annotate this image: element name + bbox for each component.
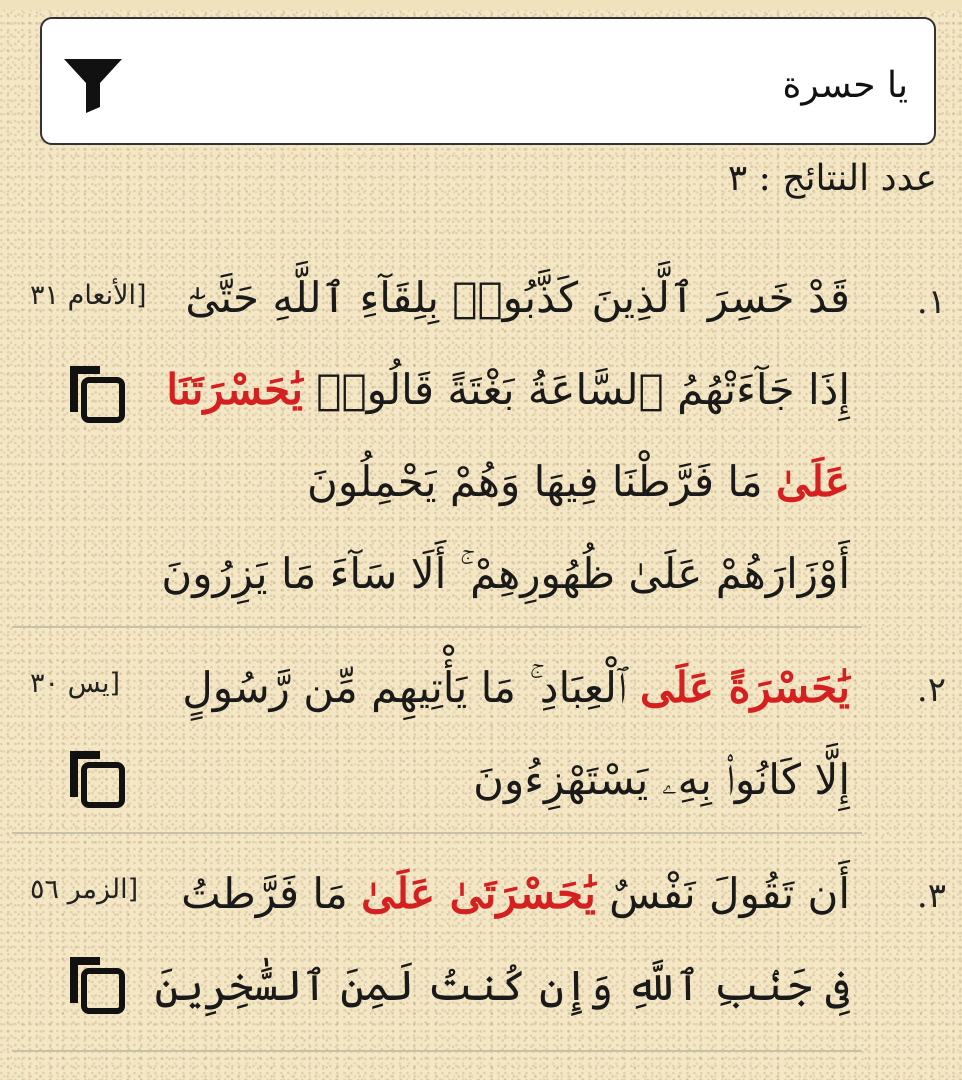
verse-segment: إِذَا جَآءَتْهُمُ ٱلسَّاعَةُ بَغْتَةً قَ… <box>302 365 850 414</box>
verse-segment: فِى جَنۢبِ ٱللَّهِ وَإِن كُنتُ لَمِنَ ٱل… <box>154 961 850 1010</box>
copy-icon[interactable] <box>66 362 126 424</box>
verse-line: أَن تَقُولَ نَفْسٌ يَٰحَسْرَتَىٰ عَلَىٰ … <box>155 848 850 940</box>
verse-reference[interactable]: [الأنعام ٣١ <box>30 280 147 311</box>
search-highlight: يَٰحَسْرَتَنَا <box>166 365 303 414</box>
verse-segment: مَا فَرَّطتُ <box>181 869 362 918</box>
filter-icon[interactable] <box>62 57 124 113</box>
verse-segment: ٱلْعِبَادِ ۚ مَا يَأْتِيهِم مِّن رَّسُول… <box>182 663 640 712</box>
verse-text: أَن تَقُولَ نَفْسٌ يَٰحَسْرَتَىٰ عَلَىٰ … <box>155 848 850 1032</box>
result-number: ٣. <box>916 876 946 916</box>
verse-line: قَدْ خَسِرَ ٱلَّذِينَ كَذَّبُوا۟ بِلِقَآ… <box>161 252 850 344</box>
verse-line: يَٰحَسْرَةً عَلَى ٱلْعِبَادِ ۚ مَا يَأْت… <box>182 642 850 734</box>
verse-segment: إِلَّا كَانُوا۟ بِهِۦ يَسْتَهْزِءُونَ <box>473 755 850 804</box>
verse-segment: قَدْ خَسِرَ ٱلَّذِينَ كَذَّبُوا۟ بِلِقَآ… <box>185 273 850 322</box>
verse-segment: مَا فَرَّطْنَا فِيهَا وَهُمْ يَحْمِلُونَ <box>307 457 777 506</box>
divider <box>12 626 862 628</box>
top-strip <box>0 0 962 10</box>
search-highlight: يَٰحَسْرَةً عَلَى <box>639 663 850 712</box>
divider <box>12 832 862 834</box>
results-count: عدد النتائج : ٣ <box>727 158 937 199</box>
search-input[interactable]: يا حسرة <box>782 65 908 106</box>
verse-reference[interactable]: [يس ٣٠ <box>30 668 120 699</box>
copy-icon[interactable] <box>66 747 126 809</box>
verse-text: يَٰحَسْرَةً عَلَى ٱلْعِبَادِ ۚ مَا يَأْت… <box>182 642 850 826</box>
verse-line: إِلَّا كَانُوا۟ بِهِۦ يَسْتَهْزِءُونَ <box>182 734 850 826</box>
verse-reference[interactable]: [الزمر ٥٦ <box>30 874 138 905</box>
result-number: ١. <box>916 282 946 322</box>
verse-line: أَوْزَارَهُمْ عَلَىٰ ظُهُورِهِمْ ۚ أَلَا… <box>161 528 850 620</box>
verse-segment: أَوْزَارَهُمْ عَلَىٰ ظُهُورِهِمْ ۚ أَلَا… <box>161 549 850 598</box>
verse-line: إِذَا جَآءَتْهُمُ ٱلسَّاعَةُ بَغْتَةً قَ… <box>161 344 850 436</box>
search-highlight: عَلَىٰ <box>776 457 850 506</box>
copy-icon[interactable] <box>66 953 126 1015</box>
search-box[interactable]: يا حسرة <box>40 17 936 145</box>
verse-segment: أَن تَقُولَ نَفْسٌ <box>595 869 850 918</box>
divider <box>12 1050 862 1052</box>
verse-text: قَدْ خَسِرَ ٱلَّذِينَ كَذَّبُوا۟ بِلِقَآ… <box>161 252 850 620</box>
verse-line: فِى جَنۢبِ ٱللَّهِ وَإِن كُنتُ لَمِنَ ٱل… <box>155 940 850 1032</box>
search-highlight: يَٰحَسْرَتَىٰ عَلَىٰ <box>361 869 596 918</box>
verse-line: عَلَىٰ مَا فَرَّطْنَا فِيهَا وَهُمْ يَحْ… <box>161 436 850 528</box>
result-number: ٢. <box>916 670 946 710</box>
